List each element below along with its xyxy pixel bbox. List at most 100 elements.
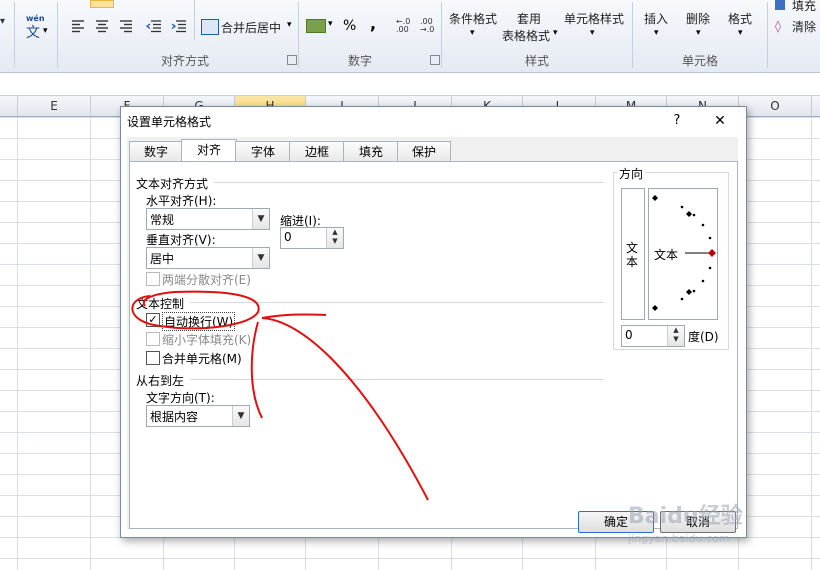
decrease-indent-icon[interactable] xyxy=(145,18,163,34)
grid-line xyxy=(17,117,18,570)
align-right-icon[interactable] xyxy=(118,18,134,34)
vertical-value: 居中 xyxy=(150,252,175,266)
cell-style-label: 单元格样式 xyxy=(564,12,625,26)
tab-protection[interactable]: 保护 xyxy=(397,141,451,162)
chevron-down-icon: ▼ xyxy=(252,248,269,268)
clear-label: 清除 xyxy=(792,20,817,34)
styles-group-label: 样式 xyxy=(524,54,549,68)
vertical-text-button[interactable]: 文本 xyxy=(621,188,645,320)
accounting-format-button[interactable]: ▾ xyxy=(306,17,336,35)
text-alignment-section: 文本对齐方式 xyxy=(136,177,209,191)
chevron-down-icon: ▾ xyxy=(590,28,595,38)
wen-char: 文 xyxy=(26,25,40,41)
chevron-down-icon: ▼ xyxy=(252,209,269,229)
orientation-text: 文本 xyxy=(654,248,679,262)
chevron-down-icon: ▾ xyxy=(287,20,292,30)
chevron-down-icon: ▾ xyxy=(470,28,475,38)
format-button[interactable]: 格式 ▾ xyxy=(722,0,762,46)
chevron-down-icon: ▾ xyxy=(43,26,48,36)
degrees-value: 0 xyxy=(625,328,633,342)
grid-line xyxy=(811,117,812,570)
group-divider xyxy=(298,2,299,68)
table-format-label-2: 表格格式 xyxy=(502,29,551,43)
insert-label: 插入 xyxy=(644,12,669,26)
vertical-select[interactable]: 居中 ▼ xyxy=(146,247,270,269)
orientation-dial[interactable]: 文本 xyxy=(648,188,718,320)
column-header[interactable]: E xyxy=(18,96,91,116)
shrink-checkbox[interactable] xyxy=(146,332,160,346)
tab-border[interactable]: 边框 xyxy=(289,141,345,162)
delete-button[interactable]: 删除 ▾ xyxy=(680,0,720,46)
alignment-panel: 文本对齐方式 水平对齐(H): 常规 ▼ 缩进(I): 0 ▲ ▼ 垂直对齐(V)… xyxy=(129,161,738,529)
alignment-group-label: 对齐方式 xyxy=(160,54,209,68)
group-divider xyxy=(632,2,633,68)
text-direction-select[interactable]: 根据内容 ▼ xyxy=(146,405,250,427)
merge-cells-icon xyxy=(201,19,219,35)
wrap-text-checkbox[interactable]: ✓ xyxy=(146,313,160,327)
formula-bar[interactable] xyxy=(0,73,820,96)
indent-spinner[interactable]: 0 ▲ ▼ xyxy=(280,227,344,249)
dialog-launcher-icon[interactable] xyxy=(287,55,297,65)
group-divider xyxy=(57,2,58,68)
shrink-label: 缩小字体填充(K) xyxy=(162,333,252,347)
merge-center-button[interactable]: 合并后居中 ▾ xyxy=(201,18,297,36)
corner-cell[interactable] xyxy=(0,96,18,116)
align-center-icon[interactable] xyxy=(94,18,110,34)
fill-down-icon xyxy=(775,0,785,10)
wen-pinyin-button[interactable]: wén 文 ▾ xyxy=(22,14,50,41)
fill-label: 填充 xyxy=(792,0,817,13)
column-header[interactable]: O xyxy=(739,96,812,116)
conditional-format-button[interactable]: 条件格式 ▾ xyxy=(446,0,500,46)
chevron-down-icon[interactable]: ▾ xyxy=(0,16,10,27)
increase-decimal-icon[interactable]: ←.0.00 xyxy=(396,18,414,34)
dialog-launcher-icon[interactable] xyxy=(430,55,440,65)
align-left-icon[interactable] xyxy=(70,18,86,34)
help-button[interactable]: ? xyxy=(667,111,687,131)
comma-button[interactable]: , xyxy=(370,14,376,33)
selected-align-button[interactable] xyxy=(90,0,114,8)
fill-button[interactable]: 填充 xyxy=(773,0,820,14)
dialog-title: 设置单元格格式 xyxy=(127,115,212,129)
merge-label: 合并单元格(M) xyxy=(162,352,242,366)
spinner-arrows-icon[interactable]: ▲ ▼ xyxy=(326,228,343,248)
clear-button[interactable]: ◊ 清除 xyxy=(773,17,820,35)
close-button[interactable]: ✕ xyxy=(709,111,731,131)
format-as-table-button[interactable]: 套用 表格格式 ▾ xyxy=(500,0,560,46)
cells-group-label: 单元格 xyxy=(681,54,718,68)
decrease-decimal-icon[interactable]: .00 →.0 xyxy=(420,18,438,34)
number-group-label: 数字 xyxy=(347,54,372,68)
distributed-label: 两端分散对齐(E) xyxy=(162,273,251,287)
group-divider xyxy=(14,2,15,68)
text-direction-value: 根据内容 xyxy=(150,410,199,424)
group-divider xyxy=(767,2,768,68)
tab-font[interactable]: 字体 xyxy=(235,141,291,162)
distributed-checkbox[interactable] xyxy=(146,272,160,286)
dialog-body: 数字 对齐 字体 边框 填充 保护 文本对齐方式 水平对齐(H): 常规 ▼ 缩… xyxy=(127,137,738,529)
chevron-down-icon: ▾ xyxy=(696,28,701,38)
chevron-down-icon: ▾ xyxy=(654,28,659,38)
vertical-label: 垂直对齐(V): xyxy=(146,233,216,247)
increase-indent-icon[interactable] xyxy=(170,18,188,34)
cond-format-label: 条件格式 xyxy=(449,12,498,26)
chevron-down-icon: ▾ xyxy=(738,28,743,38)
divider xyxy=(194,0,195,40)
percent-button[interactable]: % xyxy=(343,18,356,34)
merge-checkbox[interactable] xyxy=(146,351,160,365)
horizontal-select[interactable]: 常规 ▼ xyxy=(146,208,270,230)
wrap-text-label: 自动换行(W) xyxy=(162,312,236,331)
dialog-titlebar[interactable]: 设置单元格格式 ? ✕ xyxy=(121,107,746,135)
spinner-arrows-icon[interactable]: ▲ ▼ xyxy=(667,326,684,346)
degrees-spinner[interactable]: 0 ▲ ▼ xyxy=(621,325,685,347)
tab-number[interactable]: 数字 xyxy=(129,141,183,162)
currency-icon xyxy=(306,19,326,33)
format-cells-dialog: 设置单元格格式 ? ✕ 数字 对齐 字体 边框 填充 保护 文本对齐方式 水平对… xyxy=(120,106,747,538)
section-divider xyxy=(214,182,604,183)
grid-line xyxy=(90,117,91,570)
tab-fill[interactable]: 填充 xyxy=(343,141,399,162)
tab-alignment[interactable]: 对齐 xyxy=(181,139,237,163)
cell-styles-button[interactable]: 单元格样式 ▾ xyxy=(562,0,628,46)
eraser-icon: ◊ xyxy=(775,19,781,33)
section-divider xyxy=(190,379,604,380)
insert-button[interactable]: 插入 ▾ xyxy=(638,0,678,46)
horizontal-value: 常规 xyxy=(150,213,175,227)
